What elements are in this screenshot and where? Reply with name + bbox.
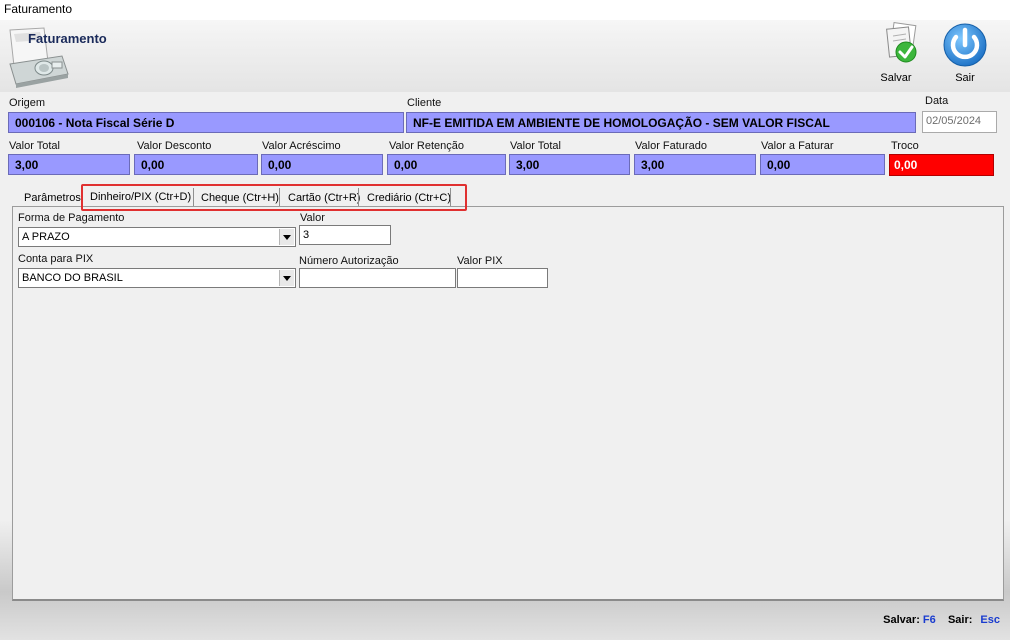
- exit-button[interactable]: Sair: [940, 22, 990, 88]
- valor-label: Valor: [300, 212, 325, 224]
- numero-autorizacao-input[interactable]: [299, 268, 456, 288]
- valor-pix-input[interactable]: [457, 268, 548, 288]
- cliente-field: NF-E EMITIDA EM AMBIENTE DE HOMOLOGAÇÃO …: [406, 112, 916, 133]
- forma-pagamento-select[interactable]: A PRAZO: [18, 227, 296, 247]
- chevron-down-icon[interactable]: [279, 229, 294, 245]
- footer-save-key: F6: [922, 614, 936, 626]
- valor-total-field: 3,00: [8, 154, 130, 175]
- cliente-label: Cliente: [407, 97, 442, 109]
- troco-label: Troco: [891, 140, 919, 152]
- conta-pix-label: Conta para PIX: [18, 253, 94, 265]
- tab-panel: [12, 206, 1004, 601]
- data-label: Data: [925, 95, 949, 107]
- valor-desconto-label: Valor Desconto: [137, 140, 212, 152]
- troco-field: 0,00: [889, 154, 994, 176]
- origem-field: 000106 - Nota Fiscal Série D: [8, 112, 404, 133]
- save-label: Salvar: [880, 72, 912, 84]
- valor-faturado-field: 3,00: [634, 154, 756, 175]
- valor-total-2-field: 3,00: [509, 154, 630, 175]
- origem-label: Origem: [9, 97, 46, 109]
- valor-pix-label: Valor PIX: [457, 255, 503, 267]
- conta-pix-select[interactable]: BANCO DO BRASIL: [18, 268, 296, 288]
- window-titlebar: Faturamento: [0, 0, 1010, 20]
- header-title: Faturamento: [28, 31, 107, 46]
- save-button[interactable]: Salvar: [880, 22, 917, 88]
- save-icon: [886, 22, 917, 63]
- tab-parametros[interactable]: Parâmetros: [18, 187, 87, 209]
- window-title: Faturamento: [4, 2, 73, 16]
- date-field[interactable]: 02/05/2024: [922, 111, 997, 133]
- tab-highlight-box: [81, 184, 467, 211]
- forma-pagamento-value: A PRAZO: [22, 231, 70, 243]
- valor-total-label: Valor Total: [9, 140, 60, 152]
- valor-desconto-field: 0,00: [134, 154, 258, 175]
- valor-acrescimo-label: Valor Acréscimo: [262, 140, 341, 152]
- valor-retencao-field: 0,00: [387, 154, 506, 175]
- numero-autorizacao-label: Número Autorização: [299, 255, 399, 267]
- footer-exit-label: Sair:: [947, 614, 973, 626]
- valor-input[interactable]: 3: [299, 225, 391, 245]
- valor-retencao-label: Valor Retenção: [389, 140, 465, 152]
- exit-label: Sair: [955, 72, 975, 84]
- valor-a-faturar-label: Valor a Faturar: [761, 140, 834, 152]
- forma-pagamento-label: Forma de Pagamento: [18, 212, 125, 224]
- power-icon: [943, 23, 987, 67]
- valor-faturado-label: Valor Faturado: [635, 140, 707, 152]
- footer-exit-key: Esc: [980, 614, 1000, 626]
- conta-pix-value: BANCO DO BRASIL: [22, 272, 123, 284]
- footer-save-label: Salvar:: [883, 614, 920, 626]
- shortcut-footer: Salvar: F6 Sair: Esc: [883, 614, 1000, 626]
- chevron-down-icon[interactable]: [279, 270, 294, 286]
- header-band: Faturamento Salvar Sair: [0, 20, 1010, 92]
- valor-total-2-label: Valor Total: [510, 140, 561, 152]
- valor-a-faturar-field: 0,00: [760, 154, 885, 175]
- valor-acrescimo-field: 0,00: [261, 154, 383, 175]
